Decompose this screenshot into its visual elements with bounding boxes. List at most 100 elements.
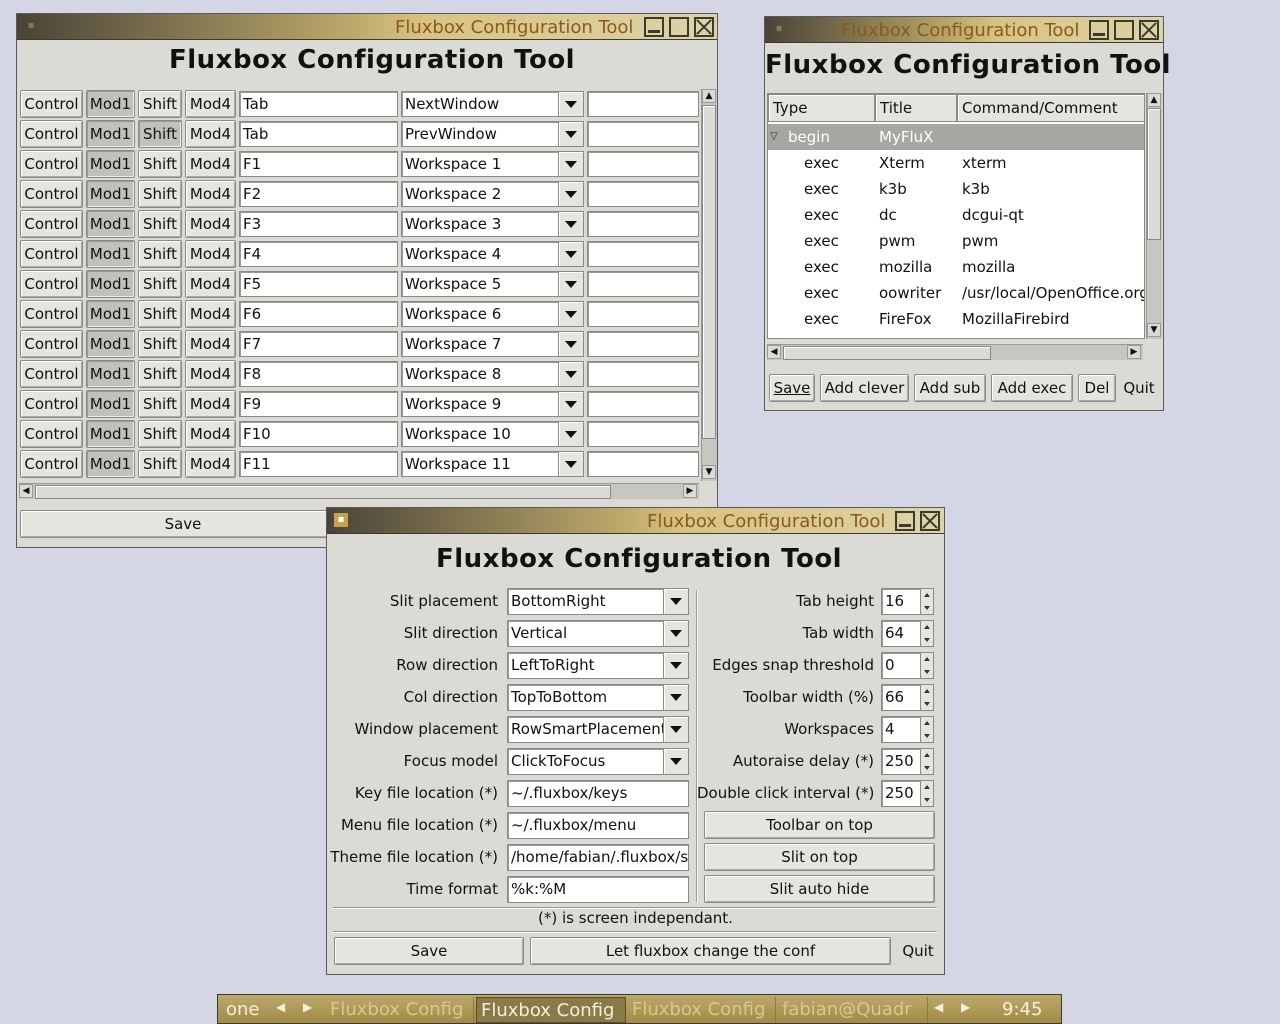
control-toggle[interactable]: Control — [20, 360, 83, 388]
control-toggle[interactable]: Control — [20, 450, 83, 478]
mod4-toggle[interactable]: Mod4 — [185, 330, 236, 358]
dropdown-arrow-icon[interactable] — [558, 392, 583, 416]
mod4-toggle[interactable]: Mod4 — [185, 210, 236, 238]
argument-field[interactable] — [587, 181, 699, 207]
spin-arrows-icon[interactable] — [920, 621, 933, 646]
mod1-toggle[interactable]: Mod1 — [86, 420, 135, 448]
setting-select[interactable]: LeftToRight — [507, 652, 689, 679]
mod4-toggle[interactable]: Mod4 — [185, 240, 236, 268]
taskbar-task[interactable]: Fluxbox Config — [326, 997, 474, 1023]
delete-button[interactable]: Del — [1078, 374, 1116, 402]
mod4-toggle[interactable]: Mod4 — [185, 360, 236, 388]
menu-row[interactable]: exec Xterm xterm — [768, 150, 1144, 176]
prev-workspace-icon[interactable]: ◀ — [276, 1000, 285, 1014]
dropdown-arrow-icon[interactable] — [558, 152, 583, 176]
key-field[interactable]: F7 — [239, 331, 398, 357]
argument-field[interactable] — [587, 391, 699, 417]
window-menu-icon[interactable]: ▪ — [334, 513, 348, 527]
scrollbar-thumb[interactable] — [1147, 108, 1161, 240]
dropdown-arrow-icon[interactable] — [663, 621, 688, 646]
setting-spinbox[interactable]: 66 — [881, 684, 934, 711]
shift-toggle[interactable]: Shift — [138, 450, 182, 478]
control-toggle[interactable]: Control — [20, 90, 83, 118]
menu-row[interactable]: exec pwm pwm — [768, 228, 1144, 254]
dropdown-arrow-icon[interactable] — [558, 422, 583, 446]
setting-spinbox[interactable]: 64 — [881, 620, 934, 647]
argument-field[interactable] — [587, 151, 699, 177]
key-field[interactable]: F6 — [239, 301, 398, 327]
add-exec-button[interactable]: Add exec — [991, 374, 1073, 402]
control-toggle[interactable]: Control — [20, 120, 83, 148]
action-select[interactable]: PrevWindow — [401, 121, 584, 147]
add-clever-button[interactable]: Add clever — [820, 374, 909, 402]
shift-toggle[interactable]: Shift — [138, 210, 182, 238]
close-icon[interactable] — [694, 17, 714, 37]
scroll-down-icon[interactable]: ▼ — [1147, 323, 1161, 337]
control-toggle[interactable]: Control — [20, 300, 83, 328]
key-field[interactable]: F9 — [239, 391, 398, 417]
action-select[interactable]: Workspace 7 — [401, 331, 584, 357]
control-toggle[interactable]: Control — [20, 180, 83, 208]
window-menu-icon[interactable]: ▪ — [772, 22, 786, 36]
mod1-toggle[interactable]: Mod1 — [86, 330, 135, 358]
setting-field[interactable]: ~/.fluxbox/keys — [507, 780, 689, 807]
setting-spinbox[interactable]: 16 — [881, 588, 934, 615]
let-fluxbox-change-conf-button[interactable]: Let fluxbox change the conf — [530, 937, 891, 965]
menu-row[interactable]: ▽ begin MyFluX — [768, 124, 1144, 150]
action-select[interactable]: Workspace 4 — [401, 241, 584, 267]
mod4-toggle[interactable]: Mod4 — [185, 150, 236, 178]
setting-select[interactable]: Vertical — [507, 620, 689, 647]
mod1-toggle[interactable]: Mod1 — [86, 270, 135, 298]
spin-arrows-icon[interactable] — [920, 653, 933, 678]
spin-arrows-icon[interactable] — [920, 781, 933, 806]
key-field[interactable]: F1 — [239, 151, 398, 177]
mod4-toggle[interactable]: Mod4 — [185, 120, 236, 148]
key-field[interactable]: F10 — [239, 421, 398, 447]
setting-select[interactable]: BottomRight — [507, 588, 689, 615]
workspace-name[interactable]: one — [222, 997, 274, 1023]
slit-on-top-toggle[interactable]: Slit on top — [704, 843, 935, 871]
scroll-down-icon[interactable]: ▼ — [702, 465, 716, 479]
control-toggle[interactable]: Control — [20, 390, 83, 418]
argument-field[interactable] — [587, 271, 699, 297]
dropdown-arrow-icon[interactable] — [663, 589, 688, 614]
minimize-icon[interactable] — [644, 17, 664, 37]
action-select[interactable]: Workspace 2 — [401, 181, 584, 207]
mod4-toggle[interactable]: Mod4 — [185, 390, 236, 418]
shift-toggle[interactable]: Shift — [138, 90, 182, 118]
action-select[interactable]: Workspace 11 — [401, 451, 584, 477]
mod1-toggle[interactable]: Mod1 — [86, 360, 135, 388]
key-field[interactable]: Tab — [239, 91, 398, 117]
mod1-toggle[interactable]: Mod1 — [86, 180, 135, 208]
column-header-title[interactable]: Title — [875, 94, 957, 122]
action-select[interactable]: NextWindow — [401, 91, 584, 117]
minimize-icon[interactable] — [1089, 20, 1109, 40]
dropdown-arrow-icon[interactable] — [558, 92, 583, 116]
action-select[interactable]: Workspace 5 — [401, 271, 584, 297]
scroll-left-icon[interactable]: ◀ — [767, 345, 781, 359]
shift-toggle[interactable]: Shift — [138, 120, 182, 148]
dropdown-arrow-icon[interactable] — [558, 242, 583, 266]
argument-field[interactable] — [587, 451, 699, 477]
mod1-toggle[interactable]: Mod1 — [86, 150, 135, 178]
taskbar-task[interactable]: fabian@Quadr — [778, 997, 928, 1023]
action-select[interactable]: Workspace 3 — [401, 211, 584, 237]
argument-field[interactable] — [587, 421, 699, 447]
setting-field[interactable]: /home/fabian/.fluxbox/st — [507, 844, 689, 871]
control-toggle[interactable]: Control — [20, 240, 83, 268]
setting-select[interactable]: RowSmartPlacement — [507, 716, 689, 743]
mod1-toggle[interactable]: Mod1 — [86, 90, 135, 118]
spin-arrows-icon[interactable] — [920, 589, 933, 614]
shift-toggle[interactable]: Shift — [138, 270, 182, 298]
shift-toggle[interactable]: Shift — [138, 360, 182, 388]
add-sub-button[interactable]: Add sub — [914, 374, 986, 402]
mod1-toggle[interactable]: Mod1 — [86, 300, 135, 328]
shift-toggle[interactable]: Shift — [138, 240, 182, 268]
keys-horizontal-scrollbar[interactable]: ◀ ▶ — [19, 483, 699, 499]
mod4-toggle[interactable]: Mod4 — [185, 450, 236, 478]
dropdown-arrow-icon[interactable] — [558, 332, 583, 356]
menu-row[interactable]: exec oowriter/usr/local/OpenOffice.org — [768, 280, 1144, 306]
setting-field[interactable]: ~/.fluxbox/menu — [507, 812, 689, 839]
maximize-icon[interactable] — [1114, 20, 1134, 40]
mod1-toggle[interactable]: Mod1 — [86, 390, 135, 418]
